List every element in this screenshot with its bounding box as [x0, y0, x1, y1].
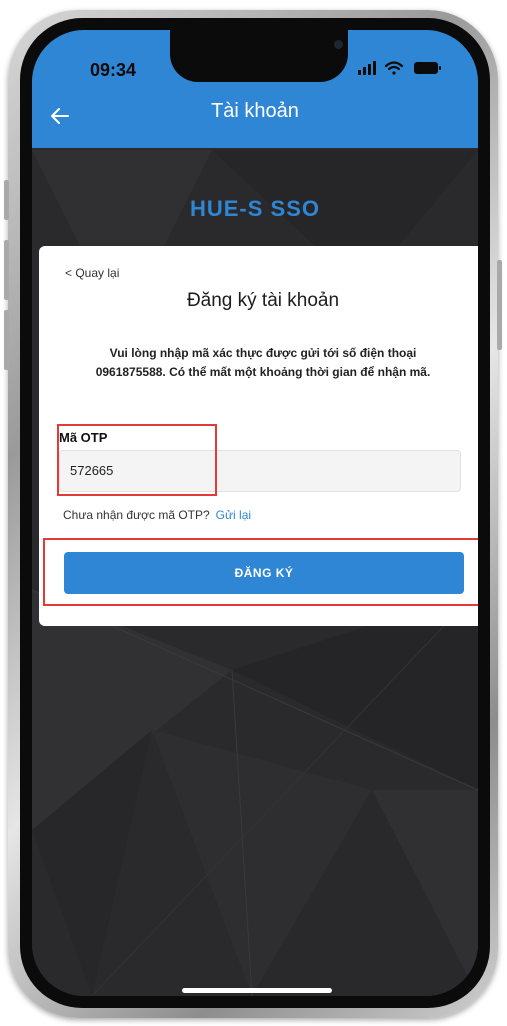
action-button [4, 180, 9, 220]
power-button [497, 260, 502, 350]
volume-up-button [4, 240, 9, 300]
form-title: Đăng ký tài khoản [186, 290, 340, 311]
battery-icon [414, 62, 441, 74]
app-header: 09:34 Tài khoản [32, 30, 478, 148]
wifi-icon [384, 61, 404, 75]
status-time: 09:34 [90, 60, 137, 80]
resend-row: Chưa nhận được mã OTP? Gửi lại [63, 508, 251, 522]
resend-link[interactable]: Gửi lại [216, 508, 251, 522]
header-title: Tài khoản [211, 100, 299, 122]
home-indicator [182, 988, 332, 993]
back-link[interactable]: < Quay lại [65, 266, 119, 280]
app-screen: 09:34 Tài khoản HUE-S SSO < Quay lại Đăn… [32, 30, 478, 996]
resend-question: Chưa nhận được mã OTP? [63, 508, 210, 522]
notch [170, 30, 348, 82]
volume-down-button [4, 310, 9, 370]
registration-card: < Quay lại Đăng ký tài khoản Vui lòng nh… [39, 246, 478, 626]
status-icons [358, 61, 441, 75]
register-highlight-box [43, 538, 478, 606]
cellular-signal-icon [358, 61, 376, 75]
camera-dot [334, 40, 343, 49]
brand-logo-text: HUE-S SSO [189, 196, 321, 221]
instruction-text: Vui lòng nhập mã xác thực được gửi tới s… [95, 346, 431, 379]
otp-highlight-box [57, 424, 217, 496]
